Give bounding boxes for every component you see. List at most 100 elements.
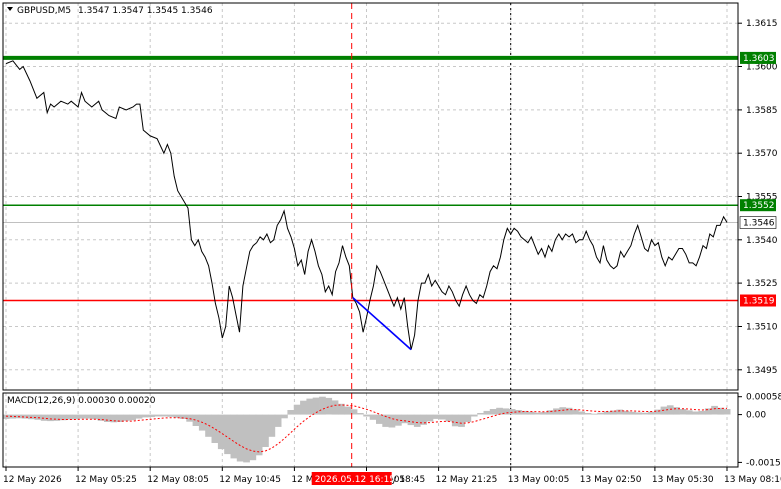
macd-histogram-bar — [85, 414, 92, 419]
macd-histogram-bar — [148, 414, 155, 418]
chart-menu-triangle-icon[interactable] — [7, 7, 13, 11]
time-axis-tick-label: 13 May 05:30 — [652, 475, 714, 485]
macd-histogram-bar — [293, 404, 301, 415]
macd-histogram-bar — [432, 414, 440, 419]
macd-histogram-bar — [331, 400, 339, 415]
macd-histogram-bar — [255, 414, 263, 456]
macd-histogram-bar — [622, 410, 630, 415]
macd-axis-tick-label: 0.00 — [746, 411, 766, 421]
macd-histogram-bar — [300, 400, 307, 415]
macd-histogram-bar — [413, 414, 421, 427]
macd-histogram-bar — [91, 414, 99, 420]
symbol-timeframe: GBPUSD,M5 — [17, 6, 71, 16]
macd-histogram-bar — [616, 409, 623, 415]
macd-histogram-bar — [123, 414, 130, 421]
time-axis-tick-label: 13 May 08:10 — [724, 475, 781, 485]
time-axis-tick-label: 13 May 02:50 — [580, 475, 642, 485]
macd-histogram-bar — [534, 412, 541, 415]
price-axis-tick-label: 1.3525 — [746, 279, 778, 289]
macd-histogram-bar — [477, 413, 484, 415]
macd-histogram-bar — [268, 414, 276, 437]
price-axis-tick-label: 1.3585 — [746, 106, 778, 116]
macd-histogram-bar — [483, 410, 491, 415]
chart-area[interactable]: 1.36151.36001.35851.35701.35551.35401.35… — [0, 0, 781, 489]
macd-indicator-label: MACD(12,26,9) 0.00030 0.00020 — [7, 396, 156, 406]
macd-histogram-bar — [236, 414, 244, 462]
macd-histogram-bar — [363, 414, 370, 417]
macd-histogram-bar — [426, 414, 434, 422]
macd-histogram-bar — [287, 410, 295, 415]
current-price-tag-label: 1.3546 — [743, 219, 775, 229]
chart-header: GBPUSD,M5 1.3547 1.3547 1.3545 1.3546 — [7, 6, 213, 16]
macd-histogram-bar — [53, 414, 61, 421]
macd-histogram-bar — [584, 413, 592, 415]
macd-histogram-bar — [572, 409, 579, 415]
time-axis-tick-label: 12 May 21:25 — [436, 475, 498, 485]
macd-histogram-bar — [629, 411, 636, 415]
time-axis: 12 May 2026 12 May 05:25 12 May 08:05 12 Ma… — [3, 467, 781, 485]
macd-axis-tick-label: 0.00058 — [746, 393, 781, 403]
price-axis-tick-label: 1.3615 — [746, 19, 778, 29]
macd-histogram-bar — [540, 412, 548, 415]
time-axis-tick-label: 12 May 08:05 — [147, 475, 209, 485]
macd-histogram-bar — [129, 414, 136, 421]
macd-histogram-bar — [344, 406, 352, 415]
macd-histogram-bar — [451, 414, 459, 427]
macd-histogram-bar — [192, 414, 200, 426]
macd-histogram-bar — [553, 408, 560, 415]
macd-histogram-bar — [439, 414, 446, 420]
macd-histogram-bar — [470, 414, 478, 417]
macd-histogram-bar — [281, 414, 288, 419]
price-levels[interactable] — [3, 55, 738, 302]
macd-histogram-bar — [647, 411, 655, 415]
macd-histogram-bar — [357, 413, 364, 415]
macd-histogram-bar — [685, 410, 693, 415]
macd-histogram-bar — [679, 409, 687, 415]
macd-histogram-bar — [445, 414, 453, 422]
macd-histogram-bar — [546, 410, 554, 415]
macd-histogram-bar — [167, 414, 174, 417]
macd-histogram-bar — [698, 410, 706, 415]
macd-histogram-bar — [369, 414, 377, 420]
macd-histogram-bar — [641, 412, 649, 415]
macd-histogram-bar — [2, 414, 10, 419]
macd-histogram-bar — [262, 414, 269, 447]
price-axis-tick-label: 1.3570 — [746, 149, 778, 159]
price-axis: 1.36151.36001.35851.35701.35551.35401.35… — [738, 19, 778, 376]
macd-histogram-bar — [578, 411, 586, 415]
macd-histogram-bar — [388, 414, 396, 428]
price-axis-tick-label: 1.3495 — [746, 366, 778, 376]
price-axis-tick-label: 1.3600 — [746, 63, 778, 73]
time-axis-tick-label: 12 May 2026 — [3, 475, 62, 485]
macd-histogram-bar — [154, 414, 162, 417]
macd-histogram-bar — [142, 414, 149, 418]
macd-histogram-bar — [559, 407, 567, 415]
macd-histogram-bar — [319, 396, 326, 415]
macd-histogram-bar — [464, 414, 472, 422]
price-level-tag-label: 1.3552 — [743, 201, 775, 211]
macd-histogram-bar — [230, 414, 238, 459]
time-axis-tick-label: 13 May 00:05 — [508, 475, 570, 485]
macd-histogram-bar — [72, 414, 80, 420]
macd-histogram-bar — [635, 412, 642, 415]
macd-histogram-bar — [723, 409, 731, 415]
macd-histogram-bar — [249, 414, 257, 461]
macd-histogram-bar — [104, 414, 111, 422]
macd-histogram-bar — [28, 414, 35, 420]
price-level-tag-label: 1.3519 — [743, 297, 775, 307]
macd-histogram-bar — [135, 414, 143, 419]
macd-histogram-bar — [211, 414, 219, 443]
macd-histogram-bar — [40, 414, 48, 421]
price-tags: 1.3603 1.3552 1.3519 1.3546 — [739, 51, 777, 307]
macd-histogram-bar — [489, 409, 497, 415]
macd-histogram-bar — [407, 414, 415, 426]
macd-histogram-bar — [591, 413, 598, 415]
macd-histogram-bar — [496, 407, 503, 415]
macd-histogram-bar — [78, 414, 86, 419]
macd-histogram-bar — [565, 407, 573, 415]
macd-histogram-bar — [306, 398, 314, 415]
macd-histogram-bar — [312, 397, 320, 415]
macd-histogram-bar — [66, 414, 73, 420]
macd-histogram-bar — [161, 414, 168, 417]
macd-histogram-bar — [711, 405, 718, 415]
